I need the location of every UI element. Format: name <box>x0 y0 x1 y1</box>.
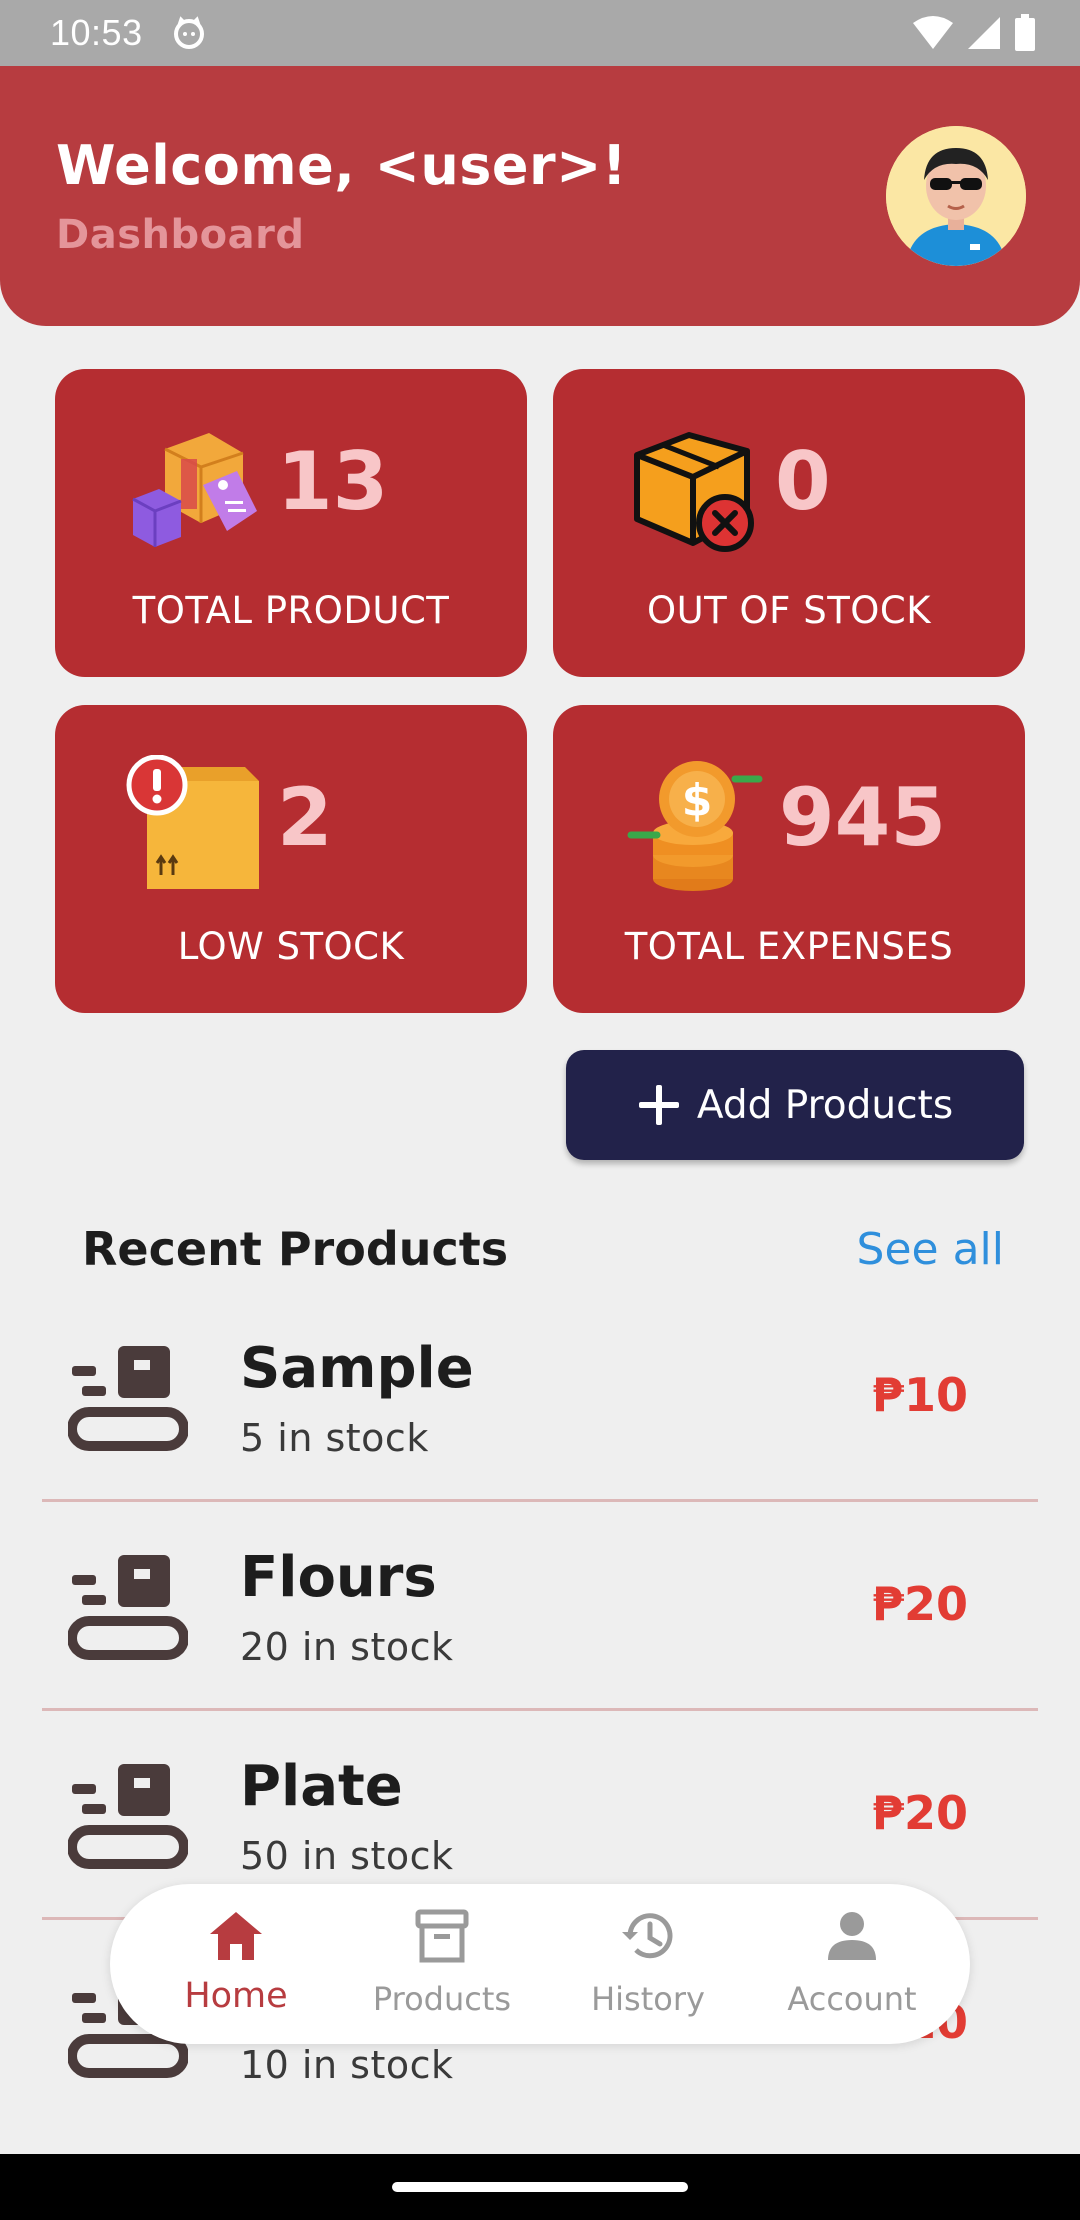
product-price: ₱10 <box>871 1368 968 1422</box>
total-product-label: TOTAL PRODUCT <box>132 589 450 632</box>
box-x-icon <box>634 432 754 552</box>
stat-card-total-product[interactable]: 13 TOTAL PRODUCT <box>55 369 527 677</box>
status-icons <box>912 14 1036 52</box>
product-price: ₱20 <box>871 1577 968 1631</box>
product-stock: 10 in stock <box>240 2043 454 2087</box>
nav-item-home[interactable]: Home <box>146 1906 326 2026</box>
low-stock-value: 2 <box>277 771 333 864</box>
total-product-value: 13 <box>277 435 389 528</box>
page-subtitle: Dashboard <box>56 212 305 258</box>
product-stock: 50 in stock <box>240 1834 454 1878</box>
person-icon <box>828 1912 876 1960</box>
section-title: Recent Products <box>82 1222 509 1276</box>
nav-item-history[interactable]: History <box>558 1906 738 2026</box>
add-products-label: Add Products <box>696 1082 954 1128</box>
out-of-stock-label: OUT OF STOCK <box>646 589 932 632</box>
welcome-title: Welcome, <user>! <box>56 134 628 197</box>
low-stock-label: LOW STOCK <box>177 925 405 968</box>
out-of-stock-value: 0 <box>775 435 831 528</box>
list-item[interactable]: Sample 5 in stock ₱10 <box>42 1294 1038 1502</box>
nav-label-home: Home <box>184 1976 288 2016</box>
product-price: ₱20 <box>871 1786 968 1840</box>
home-gesture-handle[interactable] <box>392 2182 688 2192</box>
see-all-link[interactable]: See all <box>857 1224 1004 1275</box>
inventory-icon <box>68 1346 188 1451</box>
total-expenses-label: TOTAL EXPENSES <box>624 925 954 968</box>
total-expenses-value: 945 <box>779 771 946 864</box>
box-alert-icon <box>126 755 259 889</box>
inventory-icon <box>68 1555 188 1660</box>
stat-card-total-expenses[interactable]: $ 945 TOTAL EXPENSES <box>553 705 1025 1013</box>
nav-item-products[interactable]: Products <box>352 1906 532 2026</box>
signal-icon <box>968 17 1000 49</box>
nav-label-account: Account <box>787 1980 917 2018</box>
svg-text:$: $ <box>682 775 713 826</box>
cat-app-icon <box>173 16 204 49</box>
product-name: Flours <box>240 1545 437 1610</box>
history-icon <box>622 1913 673 1959</box>
status-time: 10:53 <box>50 12 143 53</box>
product-stock: 5 in stock <box>240 1416 429 1460</box>
nav-item-account[interactable]: Account <box>762 1906 942 2026</box>
archive-icon <box>415 1909 469 1963</box>
add-products-button[interactable]: Add Products <box>566 1050 1024 1160</box>
boxes-tag-icon <box>132 433 257 547</box>
wifi-icon <box>913 16 953 49</box>
home-icon <box>210 1912 262 1960</box>
stat-card-low-stock[interactable]: 2 LOW STOCK <box>55 705 527 1013</box>
status-bar: 10:53 <box>0 0 1080 66</box>
system-nav-bar <box>0 2154 1080 2220</box>
nav-label-products: Products <box>372 1980 512 2018</box>
stat-card-out-of-stock[interactable]: 0 OUT OF STOCK <box>553 369 1025 677</box>
product-stock: 20 in stock <box>240 1625 454 1669</box>
list-item[interactable]: Flours 20 in stock ₱20 <box>42 1503 1038 1711</box>
nav-label-history: History <box>591 1980 705 2018</box>
user-avatar-icon <box>886 126 1026 266</box>
inventory-icon <box>68 1764 188 1869</box>
battery-icon <box>1015 14 1035 51</box>
coins-icon: $ <box>627 761 763 891</box>
product-name: Sample <box>240 1336 474 1401</box>
header: Welcome, <user>! Dashboard <box>0 66 1080 326</box>
product-name: Plate <box>240 1754 403 1819</box>
plus-icon <box>637 1083 681 1127</box>
bottom-nav: Home Products History Account <box>110 1884 970 2044</box>
avatar[interactable] <box>886 126 1026 266</box>
